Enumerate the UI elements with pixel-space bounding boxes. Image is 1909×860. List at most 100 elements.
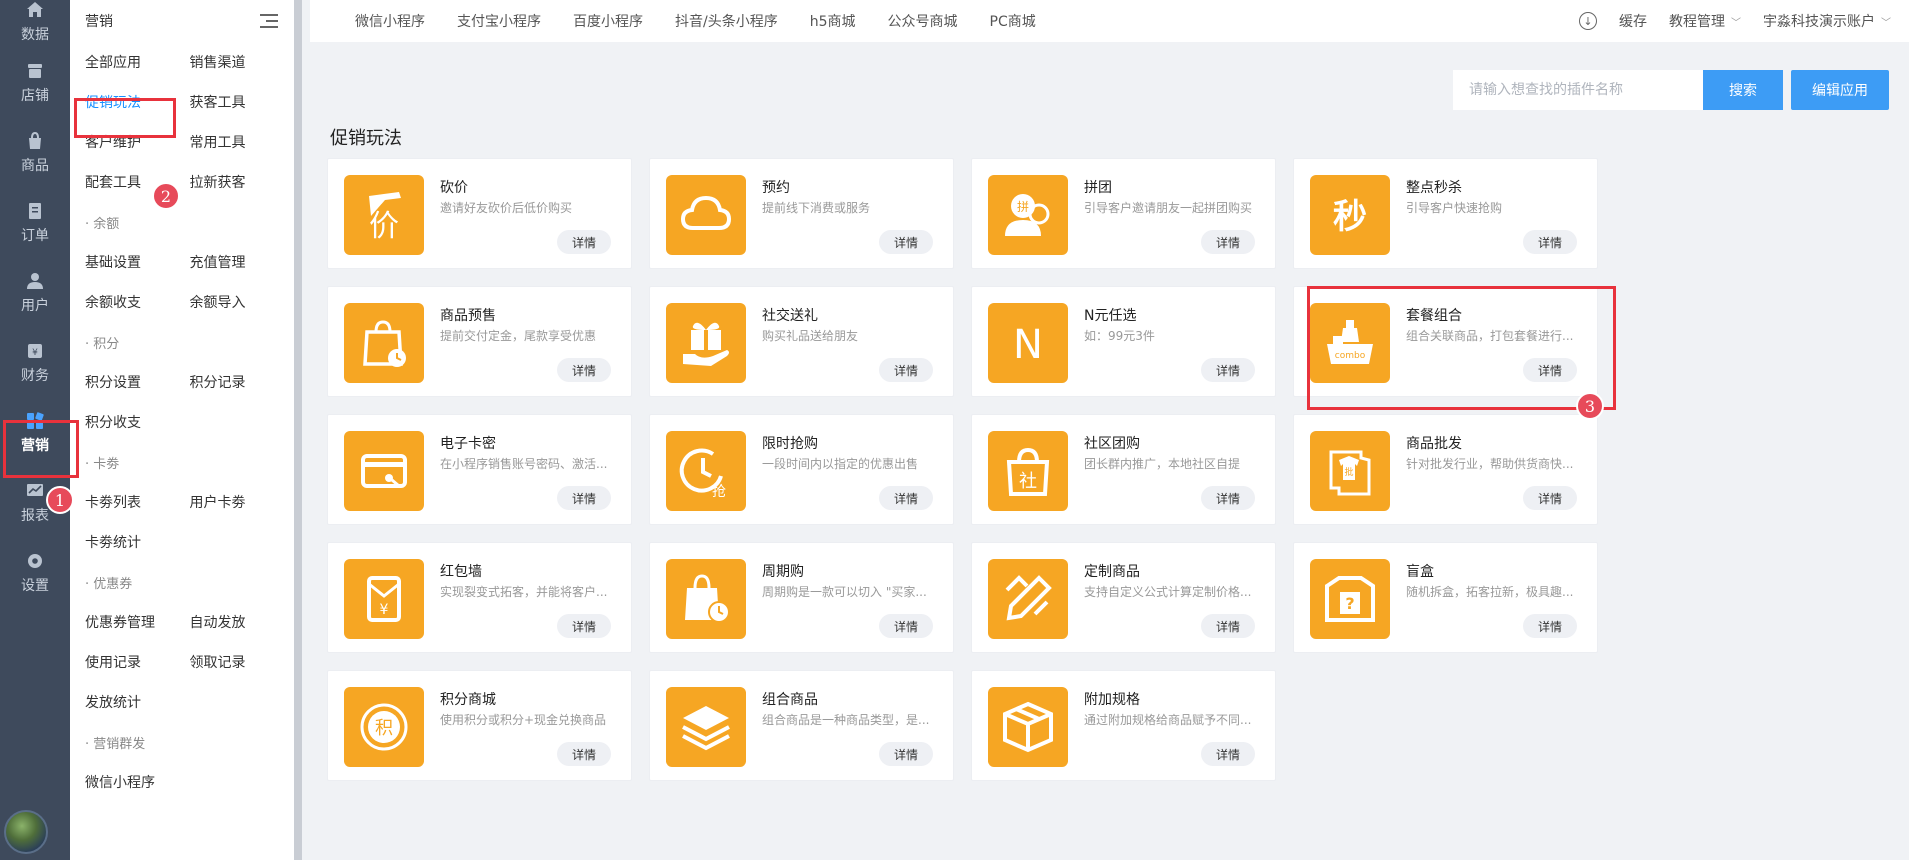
detail-button[interactable]: 详情 — [1523, 486, 1577, 510]
download-icon[interactable]: ↓ — [1579, 12, 1597, 30]
menu-item[interactable]: 发放统计 — [85, 692, 201, 712]
presale-icon — [344, 303, 424, 383]
menu-item[interactable]: 用户卡劵 — [190, 492, 295, 512]
n-choice-icon: N — [988, 303, 1068, 383]
combo-icon: combo — [1310, 303, 1390, 383]
menu-item-promotion[interactable]: 促销玩法 — [85, 92, 190, 112]
tab-h5-mall[interactable]: h5商城 — [810, 11, 856, 31]
tab-douyin-mini[interactable]: 抖音/头条小程序 — [675, 11, 778, 31]
plugin-card-red-packet[interactable]: ¥ 红包墙 实现裂变式拓客，并能将客户... 详情 — [327, 542, 632, 653]
menu-item-new-customers[interactable]: 拉新获客 — [190, 172, 295, 192]
menu-item[interactable]: 充值管理 — [190, 252, 295, 272]
detail-button[interactable]: 详情 — [879, 614, 933, 638]
menu-row: 卡劵列表 用户卡劵 — [85, 482, 294, 522]
rail-item-store[interactable]: 店铺 — [0, 48, 70, 118]
menu-item[interactable]: 余额导入 — [190, 292, 295, 312]
menu-item[interactable]: 微信小程序 — [85, 772, 201, 792]
flash-sale-icon: 秒 — [1310, 175, 1390, 255]
detail-button[interactable]: 详情 — [1523, 614, 1577, 638]
rail-item-marketing[interactable]: 营销 — [0, 398, 70, 468]
rail-item-order[interactable]: 订单 — [0, 188, 70, 258]
card-title: 整点秒杀 — [1406, 180, 1462, 196]
detail-button[interactable]: 详情 — [1201, 614, 1255, 638]
plugin-card-wholesale[interactable]: 批 商品批发 针对批发行业，帮助供货商快... 详情 — [1293, 414, 1598, 525]
detail-button[interactable]: 详情 — [879, 486, 933, 510]
menu-item[interactable]: 积分记录 — [190, 372, 295, 392]
tutorial-dropdown[interactable]: 教程管理 ﹀ — [1669, 11, 1741, 31]
menu-item-common-tools[interactable]: 常用工具 — [190, 132, 295, 152]
card-desc: 引导客户邀请朋友一起拼团购买 — [1084, 201, 1253, 215]
rail-item-data[interactable]: 数据 — [0, 0, 70, 48]
account-dropdown[interactable]: 宇淼科技演示账户 ﹀ — [1763, 11, 1891, 31]
plugin-card-points-mall[interactable]: 积 积分商城 使用积分或积分+现金兑换商品 详情 — [327, 670, 632, 781]
detail-button[interactable]: 详情 — [879, 358, 933, 382]
plugin-card-bargain[interactable]: 价 砍价 邀请好友砍价后低价购买 详情 — [327, 158, 632, 269]
tab-official-account-mall[interactable]: 公众号商城 — [888, 11, 958, 31]
menu-item-acquisition-tools[interactable]: 获客工具 — [190, 92, 295, 112]
detail-button[interactable]: 详情 — [1523, 230, 1577, 254]
menu-item[interactable]: 积分设置 — [85, 372, 190, 392]
menu-item[interactable]: 卡劵统计 — [85, 532, 201, 552]
plugin-card-custom[interactable]: 定制商品 支持自定义公式计算定制价格... 详情 — [971, 542, 1276, 653]
detail-button[interactable]: 详情 — [557, 486, 611, 510]
plugin-card-group-buy[interactable]: 拼 拼团 引导客户邀请朋友一起拼团购买 详情 — [971, 158, 1276, 269]
plugin-card-flash-sale[interactable]: 秒 整点秒杀 引导客户快速抢购 详情 — [1293, 158, 1598, 269]
tab-alipay-mini[interactable]: 支付宝小程序 — [457, 11, 541, 31]
plugin-card-bundle-goods[interactable]: 组合商品 组合商品是一种商品类型，是... 详情 — [649, 670, 954, 781]
detail-button[interactable]: 详情 — [557, 614, 611, 638]
detail-button[interactable]: 详情 — [557, 358, 611, 382]
box-icon — [988, 687, 1068, 767]
plugin-card-extra-spec[interactable]: 附加规格 通过附加规格给商品赋予不同... 详情 — [971, 670, 1276, 781]
top-bar-actions: ↓ 缓存 教程管理 ﹀ 宇淼科技演示账户 ﹀ — [1579, 11, 1891, 31]
plugin-card-presale[interactable]: 商品预售 提前交付定金，尾款享受优惠 详情 — [327, 286, 632, 397]
menu-item[interactable]: 卡劵列表 — [85, 492, 190, 512]
detail-button[interactable]: 详情 — [1201, 230, 1255, 254]
card-desc: 周期购是一款可以切入 "买家... — [762, 585, 927, 599]
plugin-card-community[interactable]: 社 社区团购 团长群内推广，本地社区自提 详情 — [971, 414, 1276, 525]
menu-item[interactable]: 使用记录 — [85, 652, 190, 672]
search-button[interactable]: 搜索 — [1703, 70, 1783, 110]
tab-pc-mall[interactable]: PC商城 — [990, 11, 1036, 31]
rail-item-finance[interactable]: ¥ 财务 — [0, 328, 70, 398]
rail-item-goods[interactable]: 商品 — [0, 118, 70, 188]
detail-button[interactable]: 详情 — [1523, 358, 1577, 382]
plugin-card-combo[interactable]: combo 套餐组合 组合关联商品，打包套餐进行... 详情 — [1293, 286, 1598, 397]
tab-wechat-mini[interactable]: 微信小程序 — [355, 11, 425, 31]
rail-item-user[interactable]: 用户 — [0, 258, 70, 328]
menu-item-all-apps[interactable]: 全部应用 — [85, 52, 190, 72]
menu-item[interactable]: 积分收支 — [85, 412, 201, 432]
collapse-menu-icon[interactable] — [260, 14, 278, 28]
menu-item-customer-care[interactable]: 客户维护 — [85, 132, 190, 152]
plugin-search-input[interactable] — [1453, 70, 1703, 110]
plugin-card-card-key[interactable]: 电子卡密 在小程序销售账号密码、激活... 详情 — [327, 414, 632, 525]
cache-link[interactable]: 缓存 — [1619, 11, 1647, 31]
plugin-card-limited-time[interactable]: 抢 限时抢购 一段时间内以指定的优惠出售 详情 — [649, 414, 954, 525]
tab-baidu-mini[interactable]: 百度小程序 — [573, 11, 643, 31]
detail-button[interactable]: 详情 — [557, 230, 611, 254]
detail-button[interactable]: 详情 — [1201, 742, 1255, 766]
plugin-card-cycle-buy[interactable]: 周期购 周期购是一款可以切入 "买家... 详情 — [649, 542, 954, 653]
menu-item-sales-channel[interactable]: 销售渠道 — [190, 52, 295, 72]
icon-rail: 数据 店铺 商品 订单 用户 ¥ 财务 营销 报表 设置 — [0, 0, 70, 860]
detail-button[interactable]: 详情 — [879, 230, 933, 254]
plugin-card-reservation[interactable]: 预约 提前线下消费或服务 详情 — [649, 158, 954, 269]
plugin-card-blind-box[interactable]: ? 盲盒 随机拆盒，拓客拉新，极具趣... 详情 — [1293, 542, 1598, 653]
plugin-card-social-gift[interactable]: 社交送礼 购买礼品送给朋友 详情 — [649, 286, 954, 397]
edit-apps-button[interactable]: 编辑应用 — [1791, 70, 1889, 110]
detail-button[interactable]: 详情 — [879, 742, 933, 766]
group-label-coupons: · 优惠券 — [85, 576, 133, 592]
plugin-card-n-choice[interactable]: N N元任选 如：99元3件 详情 — [971, 286, 1276, 397]
menu-item[interactable]: 领取记录 — [190, 652, 295, 672]
avatar[interactable] — [4, 810, 48, 854]
menu-item[interactable]: 自动发放 — [190, 612, 295, 632]
menu-item[interactable]: 余额收支 — [85, 292, 190, 312]
menu-item[interactable]: 优惠券管理 — [85, 612, 190, 632]
detail-button[interactable]: 详情 — [1201, 486, 1255, 510]
menu-row: 使用记录 领取记录 — [85, 642, 294, 682]
detail-button[interactable]: 详情 — [557, 742, 611, 766]
menu-row: 发放统计 — [85, 682, 294, 722]
rail-item-settings[interactable]: 设置 — [0, 538, 70, 608]
detail-button[interactable]: 详情 — [1201, 358, 1255, 382]
card-desc: 实现裂变式拓客，并能将客户... — [440, 585, 608, 599]
menu-item[interactable]: 基础设置 — [85, 252, 190, 272]
